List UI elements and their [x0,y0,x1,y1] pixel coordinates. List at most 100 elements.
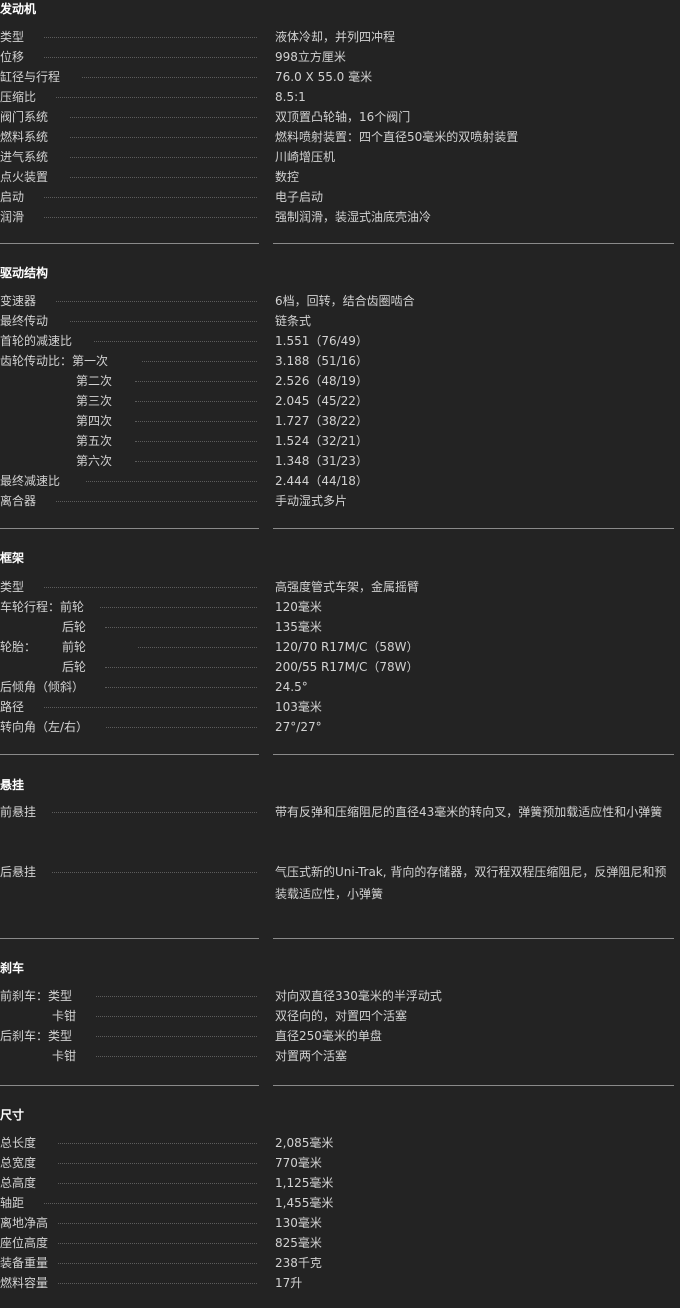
spec-label: 第五次 [76,434,113,448]
spec-row: 卡钳 对置两个活塞 [0,1048,680,1068]
section-title: 刹车 [0,961,25,975]
spec-value: 24.5° [275,680,308,694]
spec-label: 转向角（左/右） [0,720,89,734]
spec-value: 液体冷却，并列四冲程 [275,30,396,44]
spec-label: 卡钳 [52,1009,77,1023]
spec-value: 27°/27° [275,720,322,734]
dotted-leader [105,667,257,668]
section-divider [273,528,674,529]
spec-value: 120毫米 [275,600,322,614]
dotted-leader [58,1283,257,1284]
spec-label: 第六次 [76,454,113,468]
dotted-leader [105,627,257,628]
spec-label: 最终减速比 [0,474,61,488]
spec-value: 200/55 R17M/C（78W） [275,660,419,674]
spec-value: 双径向的，对置四个活塞 [275,1009,408,1023]
spec-label: 首轮的减速比 [0,334,73,348]
spec-label: 卡钳 [52,1049,77,1063]
spec-value: 链条式 [275,314,312,328]
spec-value: 770毫米 [275,1156,322,1170]
dotted-leader [82,77,257,78]
spec-value: 2.526（48/19） [275,374,368,388]
dotted-leader [135,381,257,382]
dotted-leader [44,587,257,588]
spec-value: 238千克 [275,1256,322,1270]
spec-value: 998立方厘米 [275,50,346,64]
spec-label: 变速器 [0,294,37,308]
dotted-leader [100,607,257,608]
dotted-leader [44,197,257,198]
spec-value: 103毫米 [275,700,322,714]
dotted-leader [44,707,257,708]
spec-label: 缸径与行程 [0,70,61,84]
spec-label: 总宽度 [0,1156,37,1170]
spec-value: 气压式新的Uni-Trak, 背向的存储器，双行程双程压缩阻尼，反弹阻尼和预装载… [275,865,667,901]
spec-label: 进气系统 [0,150,49,164]
dotted-leader [135,401,257,402]
section-divider [0,754,259,755]
dotted-leader [52,812,257,813]
spec-value: 6档，回转，结合齿圈啮合 [275,294,415,308]
section-title: 发动机 [0,2,37,16]
section-divider [273,1085,674,1086]
spec-label: 轴距 [0,1196,25,1210]
section-divider [273,754,674,755]
dotted-leader [96,1056,257,1057]
spec-label: 润滑 [0,210,25,224]
dotted-leader [58,1143,257,1144]
spec-value: 对向双直径330毫米的半浮动式 [275,989,442,1003]
dotted-leader [135,421,257,422]
dotted-leader [86,481,257,482]
spec-value: 对置两个活塞 [275,1049,348,1063]
spec-label: 总长度 [0,1136,37,1150]
spec-value: 高强度管式车架，金属摇臂 [275,580,420,594]
spec-value: 2,085毫米 [275,1136,334,1150]
dotted-leader [44,57,257,58]
spec-value: 130毫米 [275,1216,322,1230]
spec-row: 燃料容量 17升 [0,1275,680,1295]
dotted-leader [52,872,257,873]
spec-label: 类型 [0,580,25,594]
spec-label: 后刹车：类型 [0,1029,73,1043]
spec-label: 总高度 [0,1176,37,1190]
spec-row: 转向角（左/右） 27°/27° [0,719,680,739]
spec-value: 双顶置凸轮轴，16个阀门 [275,110,411,124]
dotted-leader [58,1263,257,1264]
dotted-leader [58,1183,257,1184]
spec-label: 前刹车：类型 [0,989,73,1003]
spec-value: 1,125毫米 [275,1176,334,1190]
spec-label: 最终传动 [0,314,49,328]
spec-label: 路径 [0,700,25,714]
spec-label: 燃料系统 [0,130,49,144]
spec-label: 前悬挂 [0,805,37,819]
spec-label: 后悬挂 [0,865,37,879]
dotted-leader [106,727,257,728]
section-title: 框架 [0,551,25,565]
spec-label: 燃料容量 [0,1276,49,1290]
dotted-leader [56,501,257,502]
spec-sublabel: 前轮 [62,640,87,654]
dotted-leader [96,1036,257,1037]
dotted-leader [135,461,257,462]
spec-value: 电子启动 [275,190,324,204]
spec-label: 类型 [0,30,25,44]
dotted-leader [44,217,257,218]
spec-value: 数控 [275,170,300,184]
dotted-leader [56,97,257,98]
dotted-leader [70,177,257,178]
dotted-leader [70,137,257,138]
section-title: 驱动结构 [0,266,49,280]
dotted-leader [138,647,257,648]
spec-label: 点火装置 [0,170,49,184]
dotted-leader [56,301,257,302]
spec-value: 3.188（51/16） [275,354,368,368]
spec-value: 2.444（44/18） [275,474,368,488]
dotted-leader [70,321,257,322]
dotted-leader [94,341,257,342]
spec-value: 1.551（76/49） [275,334,368,348]
spec-label: 启动 [0,190,25,204]
spec-label: 离地净高 [0,1216,49,1230]
dotted-leader [58,1223,257,1224]
spec-value: 120/70 R17M/C（58W） [275,640,419,654]
spec-value: 1.727（38/22） [275,414,368,428]
